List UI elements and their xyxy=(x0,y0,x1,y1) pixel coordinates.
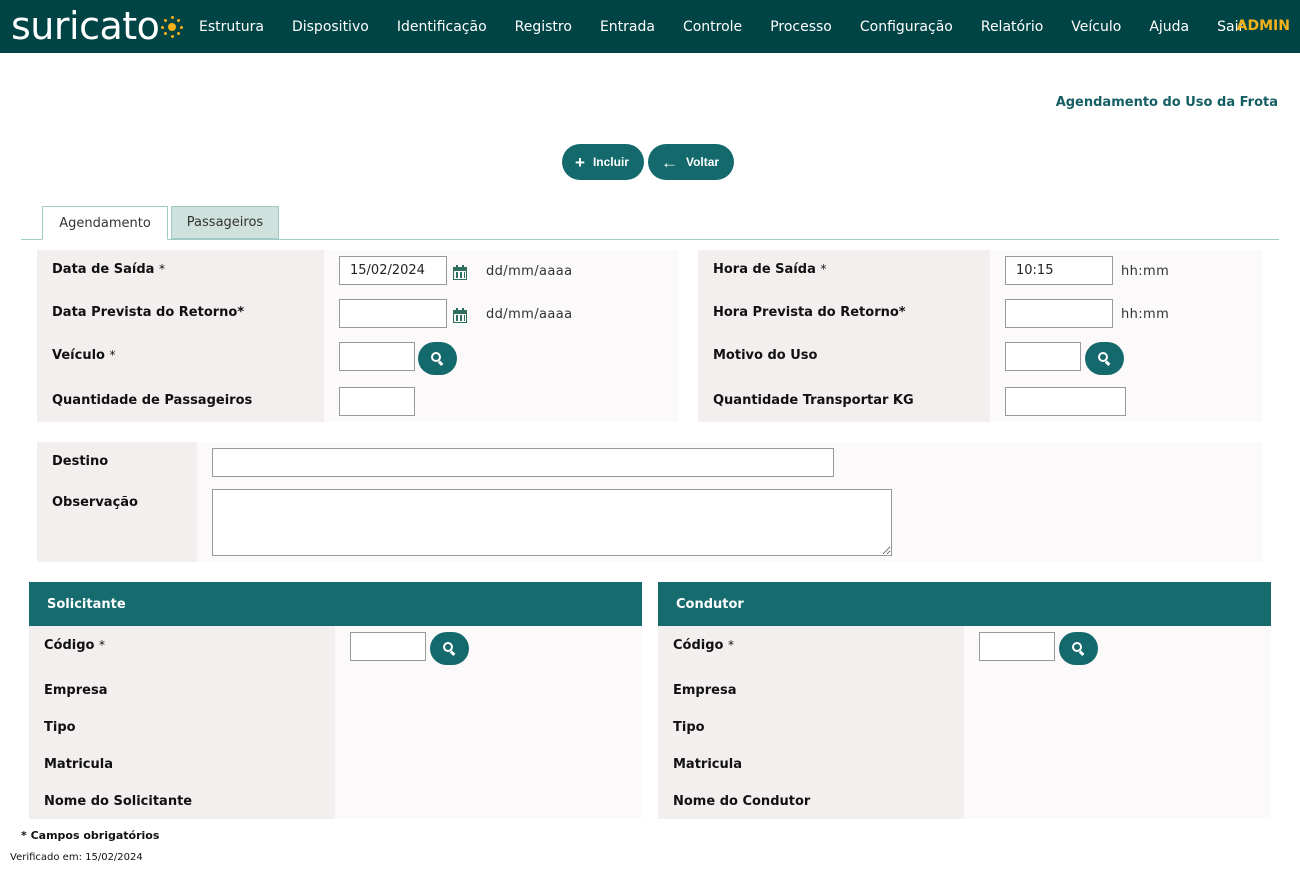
return-date-hint: dd/mm/aaaa xyxy=(486,307,573,322)
search-icon xyxy=(443,642,456,656)
driver-type-label: Tipo xyxy=(673,720,705,735)
menu-item-dispositivo[interactable]: Dispositivo xyxy=(292,19,369,35)
menu-item-entrada[interactable]: Entrada xyxy=(600,19,655,35)
schedule-left-panel: Data de Saída * dd/mm/aaaa Data Prevista… xyxy=(37,250,679,422)
requester-name-label: Nome do Solicitante xyxy=(44,794,193,809)
back-button[interactable]: ← Voltar xyxy=(647,144,735,180)
departure-time-label: Hora de Saída * xyxy=(713,262,827,277)
include-button-label: Incluir xyxy=(592,155,629,169)
departure-time-hint: hh:mm xyxy=(1121,264,1170,279)
verified-date: Verificado em: 15/02/2024 xyxy=(10,852,143,863)
schedule-right-panel: Hora de Saída * hh:mm Hora Prevista do R… xyxy=(698,250,1263,422)
calendar-icon[interactable] xyxy=(453,265,467,280)
menu-item-relatorio[interactable]: Relatório xyxy=(981,19,1043,35)
driver-section-header: Condutor xyxy=(658,582,1271,626)
driver-company-label: Empresa xyxy=(673,683,737,698)
search-icon xyxy=(1072,642,1085,656)
requester-company-label: Empresa xyxy=(44,683,108,698)
menu-item-identificacao[interactable]: Identificação xyxy=(397,19,487,35)
user-name[interactable]: ADMIN xyxy=(1237,18,1290,34)
requester-section-header: Solicitante xyxy=(29,582,642,626)
destination-panel: Destino Observação xyxy=(37,442,1263,562)
departure-date-label: Data de Saída * xyxy=(52,262,165,277)
vehicle-search-button[interactable] xyxy=(418,342,457,375)
logo-text: suricato xyxy=(11,4,160,48)
menu-item-configuracao[interactable]: Configuração xyxy=(860,19,953,35)
driver-code-label: Código * xyxy=(673,638,735,653)
menu-item-veiculo[interactable]: Veículo xyxy=(1071,19,1121,35)
passenger-qty-label: Quantidade de Passageiros xyxy=(52,393,253,408)
tab-bar: Agendamento Passageiros xyxy=(21,206,1279,240)
destination-input[interactable] xyxy=(212,448,834,477)
departure-time-input[interactable] xyxy=(1005,256,1113,285)
include-button[interactable]: + Incluir xyxy=(562,144,644,180)
destination-label: Destino xyxy=(52,454,109,469)
requester-code-label: Código * xyxy=(44,638,106,653)
return-time-hint: hh:mm xyxy=(1121,307,1170,322)
return-time-input[interactable] xyxy=(1005,299,1113,328)
top-navigation-bar: suricato Estrutura Dispositivo Identific… xyxy=(0,0,1300,53)
plus-icon: + xyxy=(575,152,585,172)
action-buttons: + Incluir ← Voltar xyxy=(562,144,735,180)
tab-agendamento[interactable]: Agendamento xyxy=(42,206,168,240)
arrow-left-icon: ← xyxy=(660,152,678,172)
passenger-qty-input[interactable] xyxy=(339,387,415,416)
menu-item-controle[interactable]: Controle xyxy=(683,19,742,35)
return-date-label: Data Prevista do Retorno* xyxy=(52,305,245,320)
menu-item-estrutura[interactable]: Estrutura xyxy=(199,19,264,35)
driver-code-input[interactable] xyxy=(979,632,1055,661)
driver-panel: Código * Empresa Tipo Matricula Nome do … xyxy=(658,626,1271,819)
requester-registration-label: Matricula xyxy=(44,757,113,772)
cargo-kg-input[interactable] xyxy=(1005,387,1126,416)
menu-item-processo[interactable]: Processo xyxy=(770,19,832,35)
requester-search-button[interactable] xyxy=(430,632,469,665)
page-title: Agendamento do Uso da Frota xyxy=(1055,95,1278,110)
driver-name-label: Nome do Condutor xyxy=(673,794,811,809)
reason-input[interactable] xyxy=(1005,342,1081,371)
menu-item-registro[interactable]: Registro xyxy=(515,19,572,35)
return-date-input[interactable] xyxy=(339,299,447,328)
cargo-kg-label: Quantidade Transportar KG xyxy=(713,393,914,408)
main-menu: Estrutura Dispositivo Identificação Regi… xyxy=(185,0,1258,53)
reason-label: Motivo do Uso xyxy=(713,348,818,363)
driver-search-button[interactable] xyxy=(1059,632,1098,665)
vehicle-label: Veículo * xyxy=(52,348,116,363)
search-icon xyxy=(1098,352,1111,366)
notes-label: Observação xyxy=(52,495,138,510)
departure-date-hint: dd/mm/aaaa xyxy=(486,264,573,279)
vehicle-input[interactable] xyxy=(339,342,415,371)
tab-passageiros[interactable]: Passageiros xyxy=(171,206,279,239)
notes-textarea[interactable] xyxy=(212,489,892,556)
requester-type-label: Tipo xyxy=(44,720,76,735)
requester-panel: Código * Empresa Tipo Matricula Nome do … xyxy=(29,626,642,819)
back-button-label: Voltar xyxy=(685,155,720,169)
calendar-icon[interactable] xyxy=(453,308,467,323)
required-fields-note: * Campos obrigatórios xyxy=(21,829,160,842)
reason-search-button[interactable] xyxy=(1085,342,1124,375)
sun-icon xyxy=(161,16,184,38)
requester-code-input[interactable] xyxy=(350,632,426,661)
driver-registration-label: Matricula xyxy=(673,757,742,772)
menu-item-ajuda[interactable]: Ajuda xyxy=(1149,19,1189,35)
departure-date-input[interactable] xyxy=(339,256,447,285)
search-icon xyxy=(431,352,444,366)
return-time-label: Hora Prevista do Retorno* xyxy=(713,305,906,320)
suricato-logo[interactable]: suricato xyxy=(11,4,184,48)
